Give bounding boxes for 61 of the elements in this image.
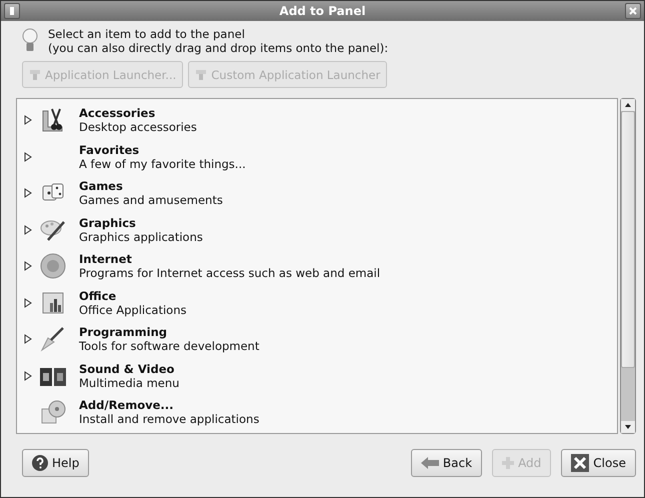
launcher-icon	[195, 68, 208, 80]
close-icon	[629, 7, 637, 15]
back-arrow-icon	[420, 457, 439, 469]
item-description: Games and amusements	[79, 193, 223, 208]
item-description: Programs for Internet access such as web and email	[79, 266, 380, 280]
instruction-text: Select an item to add to the panel	[48, 27, 246, 41]
list-item[interactable]: Internet Programs for Internet access such as web and email	[17, 248, 617, 284]
expander-icon[interactable]	[23, 370, 33, 381]
item-title: Programming	[79, 325, 168, 340]
item-description: A few of my favorite things...	[79, 156, 246, 171]
scroll-down-icon[interactable]	[625, 425, 631, 429]
list-item[interactable]: Favorites A few of my favorite things...	[17, 138, 617, 175]
window-title: Add to Panel	[278, 4, 367, 18]
item-description: Office Applications	[79, 302, 186, 317]
item-description: Multimedia menu	[79, 376, 180, 390]
list-item[interactable]: Sound & Video Multimedia menu	[17, 358, 617, 394]
item-title: Sound & Video	[79, 362, 176, 376]
expander-icon[interactable]	[23, 298, 33, 308]
instruction-hint: (you can also directly drag and drop items onto the panel):	[48, 41, 388, 55]
item-title: Graphics	[79, 216, 137, 230]
package-disc-icon	[40, 399, 66, 426]
palette-brush-icon	[40, 218, 66, 242]
item-description: Tools for software development	[79, 339, 260, 354]
list-item[interactable]: Accessories Desktop accessories	[17, 102, 617, 138]
item-title: Games	[79, 179, 124, 194]
expander-icon[interactable]	[23, 261, 33, 272]
help-icon	[32, 455, 48, 471]
item-title: Accessories	[79, 106, 156, 120]
close-dialog-button[interactable]: Close	[561, 449, 636, 477]
expander-icon[interactable]	[23, 115, 33, 126]
expander-icon[interactable]	[23, 152, 33, 162]
scroll-up-icon[interactable]	[625, 103, 631, 107]
scrollbar-thumb[interactable]	[621, 111, 635, 368]
expander-icon[interactable]	[23, 334, 33, 344]
item-description: Desktop accessories	[79, 120, 197, 134]
scrollbar[interactable]	[620, 98, 636, 434]
trowel-icon	[40, 326, 66, 352]
list-item[interactable]: Add/Remove... Install and remove applications	[17, 394, 617, 430]
list-item[interactable]: Games Games and amusements	[17, 175, 617, 212]
help-button[interactable]: Help	[22, 449, 90, 477]
back-button[interactable]: Back	[410, 449, 482, 477]
light-bulb-icon	[22, 28, 38, 54]
expander-icon[interactable]	[23, 224, 33, 235]
launcher-icon	[29, 68, 41, 80]
close-button[interactable]	[625, 3, 641, 19]
expander-icon[interactable]	[23, 188, 33, 198]
list-item[interactable]: Programming Tools for software development	[17, 321, 617, 358]
list-item[interactable]: Graphics Graphics applications	[17, 212, 617, 248]
item-title: Office	[79, 288, 118, 303]
item-title: Favorites	[79, 142, 140, 157]
item-description: Install and remove applications	[79, 412, 260, 426]
item-description: Graphics applications	[79, 230, 203, 244]
item-title: Add/Remove...	[79, 398, 175, 412]
menu-icon	[10, 7, 14, 15]
chart-document-icon	[41, 290, 65, 315]
list-item[interactable]: Office Office Applications	[17, 284, 617, 321]
plus-icon	[502, 457, 514, 469]
item-title: Internet	[79, 252, 133, 266]
globe-icon	[40, 253, 66, 280]
window-menu-button[interactable]	[4, 3, 20, 19]
close-icon	[571, 454, 590, 472]
